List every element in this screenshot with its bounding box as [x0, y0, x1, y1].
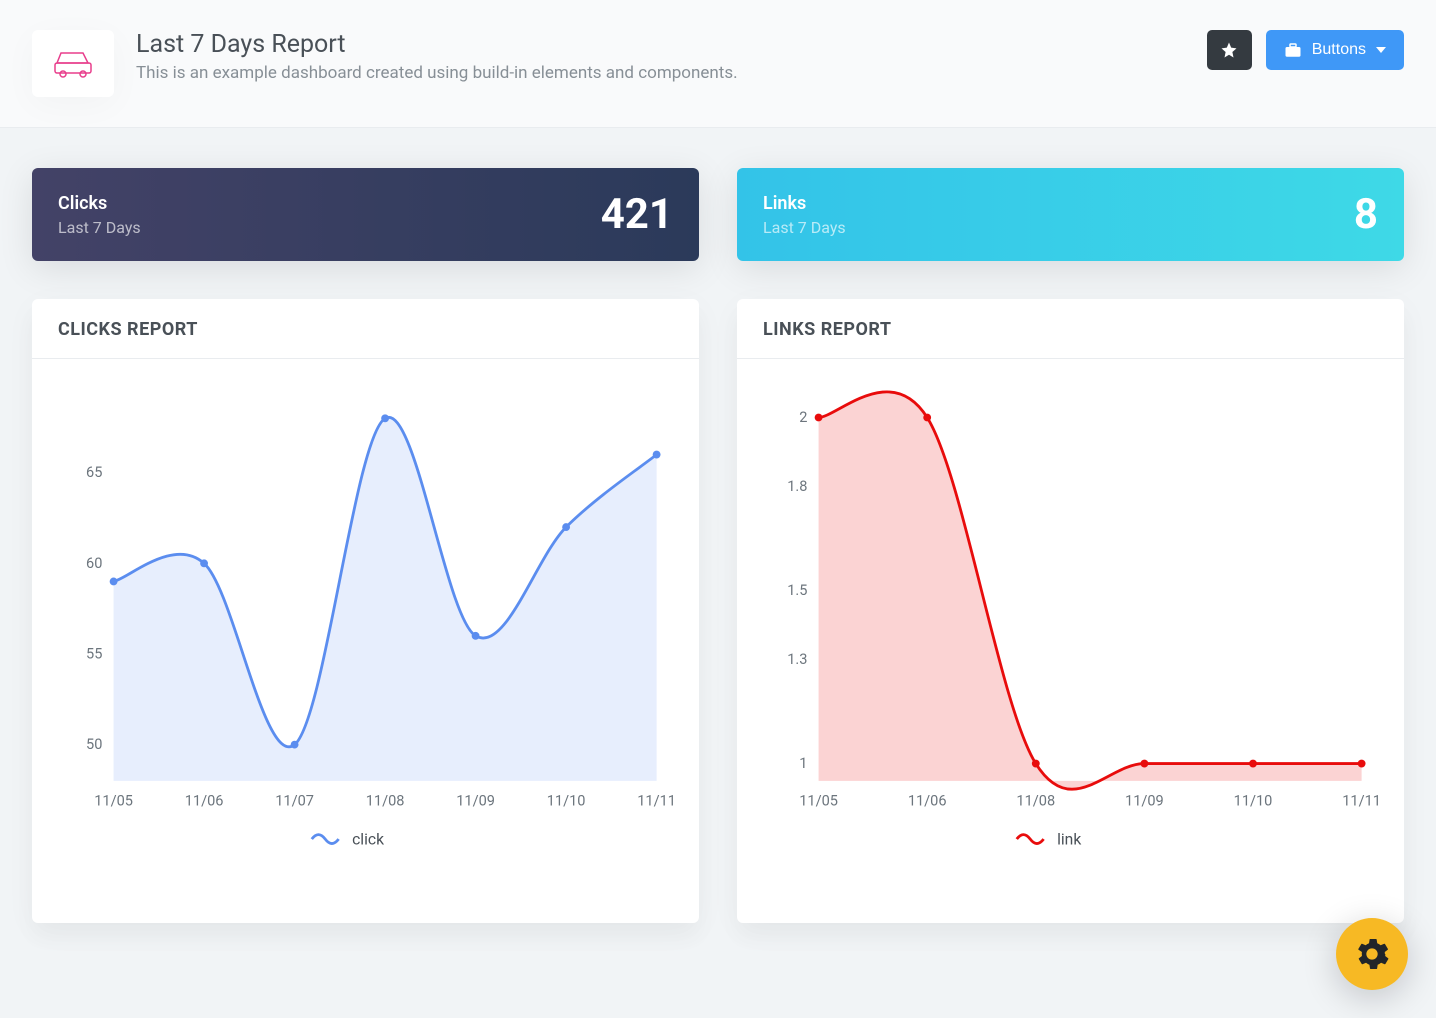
car-icon [51, 49, 95, 79]
svg-text:11/09: 11/09 [1125, 793, 1164, 810]
svg-text:11/05: 11/05 [799, 793, 838, 810]
clicks-chart: 50 55 60 65 11/05 11/06 11/07 11/08 11/09 11/10 11… [52, 389, 679, 859]
clicks-report-title: CLICKS REPORT [58, 319, 673, 340]
svg-text:11/11: 11/11 [637, 793, 676, 810]
stat-links-value: 8 [1354, 190, 1378, 239]
svg-text:2: 2 [799, 409, 807, 426]
svg-text:11/10: 11/10 [1234, 793, 1273, 810]
svg-text:65: 65 [86, 464, 102, 481]
favorite-button[interactable] [1207, 30, 1252, 70]
svg-text:link: link [1057, 830, 1081, 849]
chart-row: CLICKS REPORT 50 55 60 65 11/05 11/06 11/07 11/… [32, 299, 1404, 923]
svg-text:11/09: 11/09 [456, 793, 495, 810]
page-subtitle: This is an example dashboard created usi… [136, 63, 1207, 83]
page-icon-box [32, 30, 114, 97]
stat-clicks-period: Last 7 Days [58, 218, 141, 237]
page-title: Last 7 Days Report [136, 30, 1207, 59]
svg-text:11/05: 11/05 [94, 793, 133, 810]
clicks-report-card: CLICKS REPORT 50 55 60 65 11/05 11/06 11/07 11/… [32, 299, 699, 923]
svg-text:11/08: 11/08 [366, 793, 405, 810]
links-report-title: LINKS REPORT [763, 319, 1378, 340]
briefcase-icon [1284, 42, 1302, 58]
svg-text:11/11: 11/11 [1342, 793, 1381, 810]
svg-text:11/06: 11/06 [908, 793, 947, 810]
svg-text:1.8: 1.8 [787, 478, 807, 495]
buttons-label: Buttons [1312, 41, 1366, 59]
star-icon [1220, 41, 1238, 59]
settings-fab[interactable] [1336, 918, 1408, 990]
stat-row: Clicks Last 7 Days 421 Links Last 7 Days… [32, 168, 1404, 261]
svg-text:60: 60 [86, 555, 102, 572]
stat-links-label: Links [763, 193, 846, 214]
stat-links-period: Last 7 Days [763, 218, 846, 237]
links-chart: 1 1.3 1.5 1.8 2 11/05 11/06 11/08 11/09 11/10 11/1… [757, 389, 1384, 859]
gear-icon [1355, 937, 1389, 971]
stat-clicks-label: Clicks [58, 193, 141, 214]
page-header: Last 7 Days Report This is an example da… [0, 0, 1436, 128]
svg-text:1.3: 1.3 [787, 651, 807, 668]
stat-clicks-value: 421 [601, 190, 673, 239]
content: Clicks Last 7 Days 421 Links Last 7 Days… [0, 128, 1436, 963]
page-title-wrap: Last 7 Days Report This is an example da… [136, 30, 1207, 83]
svg-text:11/08: 11/08 [1016, 793, 1055, 810]
stat-card-clicks: Clicks Last 7 Days 421 [32, 168, 699, 261]
header-actions: Buttons [1207, 30, 1404, 70]
svg-text:1: 1 [799, 755, 807, 772]
svg-text:1.5: 1.5 [787, 582, 807, 599]
svg-text:click: click [352, 830, 384, 849]
svg-text:11/06: 11/06 [185, 793, 224, 810]
chevron-down-icon [1376, 47, 1386, 53]
svg-text:11/07: 11/07 [275, 793, 314, 810]
stat-card-links: Links Last 7 Days 8 [737, 168, 1404, 261]
svg-text:50: 50 [86, 736, 102, 753]
svg-text:11/10: 11/10 [547, 793, 586, 810]
links-report-card: LINKS REPORT 11.31.51.8211/0511/0611/081… [737, 299, 1404, 923]
buttons-dropdown[interactable]: Buttons [1266, 30, 1404, 70]
svg-text:55: 55 [86, 645, 102, 662]
